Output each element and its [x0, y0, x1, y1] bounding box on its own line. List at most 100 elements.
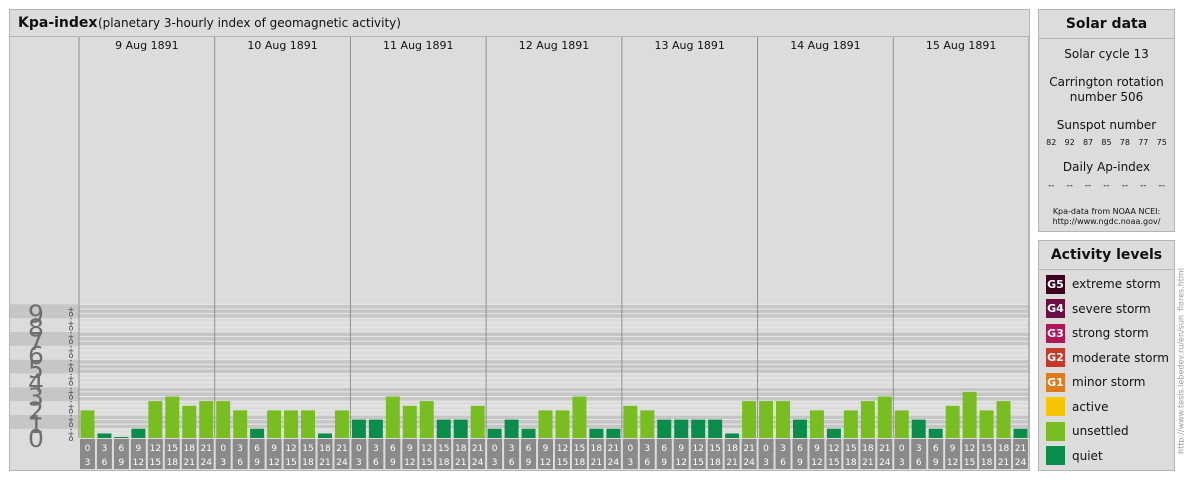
hour-end: 24	[1015, 458, 1027, 468]
kp-band	[10, 373, 1029, 388]
hour-start: 21	[336, 444, 347, 454]
kp-bar	[487, 428, 502, 438]
kp-bar	[623, 405, 638, 438]
legend-swatch: G3	[1046, 323, 1065, 343]
ap-value-4: --	[1103, 181, 1110, 191]
hour-start: 18	[862, 444, 874, 454]
hour-start: 6	[933, 444, 939, 454]
hour-end: 3	[85, 458, 91, 468]
hour-start: 3	[237, 444, 243, 454]
kp-bar	[572, 396, 587, 438]
kp-bar	[555, 410, 570, 438]
y-subtick: -	[70, 328, 73, 337]
kp-bar	[759, 401, 774, 438]
hour-start: 21	[879, 444, 890, 454]
hour-start: 3	[509, 444, 515, 454]
kp-bar	[674, 419, 689, 438]
hour-end: 21	[862, 458, 873, 468]
hour-start: 15	[438, 444, 449, 454]
hour-start: 21	[472, 444, 483, 454]
kp-bar	[996, 401, 1011, 438]
day-label: 14 Aug 1891	[790, 39, 860, 52]
hour-start: 9	[814, 444, 820, 454]
ap-value-6: --	[1140, 181, 1147, 191]
hour-end: 9	[797, 458, 803, 468]
hour-end: 18	[845, 458, 857, 468]
kp-bar	[640, 410, 655, 438]
hour-end: 18	[981, 458, 993, 468]
kp-bar	[216, 401, 231, 438]
hour-end: 3	[627, 458, 633, 468]
hour-start: 6	[254, 444, 260, 454]
carrington-line-1: Carrington rotation	[1049, 75, 1164, 89]
legend-label: strong storm	[1072, 326, 1149, 340]
kp-band	[10, 359, 1029, 374]
sunspot-value-3: 87	[1082, 138, 1094, 147]
hour-start: 0	[763, 444, 769, 454]
kp-bar	[131, 428, 146, 438]
hour-end: 12	[811, 458, 822, 468]
y-subtick: -	[70, 411, 73, 420]
kp-bar	[894, 410, 909, 438]
carrington-line-2: number 506	[1069, 90, 1144, 104]
kp-bar	[504, 419, 519, 438]
legend-item: G5 extreme storm	[1046, 274, 1161, 294]
kp-bar	[945, 405, 960, 438]
legend-swatch: G5	[1046, 274, 1065, 294]
hour-end: 24	[201, 458, 213, 468]
hour-start: 15	[845, 444, 856, 454]
hour-end: 15	[692, 458, 703, 468]
legend-label: severe storm	[1072, 301, 1151, 316]
kp-bar	[284, 410, 299, 438]
hour-end: 21	[591, 458, 602, 468]
day-label: 11 Aug 1891	[383, 39, 453, 52]
hour-end: 6	[644, 458, 650, 468]
hour-end: 6	[780, 458, 786, 468]
kp-bar	[470, 405, 485, 438]
kp-bar	[148, 401, 163, 438]
hour-start: 6	[797, 444, 803, 454]
hour-start: 15	[574, 444, 585, 454]
sunspot-value-6: 77	[1138, 138, 1149, 147]
hour-start: 0	[220, 444, 226, 454]
hour-start: 12	[692, 444, 703, 454]
kp-bar	[809, 410, 824, 438]
kp-bar	[589, 428, 604, 438]
hour-start: 21	[743, 444, 754, 454]
kp-bar	[368, 419, 383, 438]
hour-start: 18	[726, 444, 738, 454]
hour-start: 3	[102, 444, 108, 454]
legend-item: G4 severe storm	[1046, 299, 1151, 319]
kp-bar	[962, 391, 977, 438]
hour-end: 9	[119, 458, 125, 468]
kp-bar-chart: 0123456789o+o-+o-+o-+o-+o-+o-+o-+o-+o-+9…	[10, 37, 1029, 469]
ap-values: -- -- -- -- -- -- --	[1039, 181, 1174, 191]
y-subtick: -	[70, 356, 73, 365]
chart-title: Kpa-index	[18, 15, 98, 31]
chart-subtitle: (planetary 3-hourly index of geomagnetic…	[98, 16, 401, 30]
hour-end: 12	[676, 458, 687, 468]
hour-start: 12	[828, 444, 839, 454]
activity-levels-panel: Activity levels G5 extreme storm G4 severe …	[1038, 240, 1175, 471]
hour-end: 15	[421, 458, 432, 468]
kp-bar	[860, 401, 875, 438]
credit-line-1: Kpa-data from NOAA NCEI:	[1052, 207, 1161, 216]
legend-swatch: G2	[1046, 348, 1065, 367]
hour-end: 15	[828, 458, 839, 468]
kp-bar	[267, 410, 282, 438]
credit-line-2[interactable]: http://www.ngdc.noaa.gov/	[1039, 217, 1174, 227]
hour-end: 12	[540, 458, 551, 468]
hour-start: 15	[302, 444, 313, 454]
kp-band	[10, 345, 1029, 360]
hour-start: 15	[709, 444, 720, 454]
sunspot-values: 82 92 87 85 78 77 75	[1039, 138, 1174, 147]
day-label: 15 Aug 1891	[926, 39, 996, 52]
legend-swatch: G1	[1046, 372, 1065, 392]
hour-end: 21	[998, 458, 1009, 468]
legend-label: moderate storm	[1072, 350, 1169, 365]
hour-start: 3	[373, 444, 379, 454]
hour-start: 18	[455, 444, 467, 454]
legend-label: unsettled	[1072, 424, 1129, 438]
vertical-credit-text[interactable]: http://www.tesis.lebedev.ru/en/sun_flare…	[1176, 268, 1184, 454]
hour-start: 21	[1015, 444, 1026, 454]
